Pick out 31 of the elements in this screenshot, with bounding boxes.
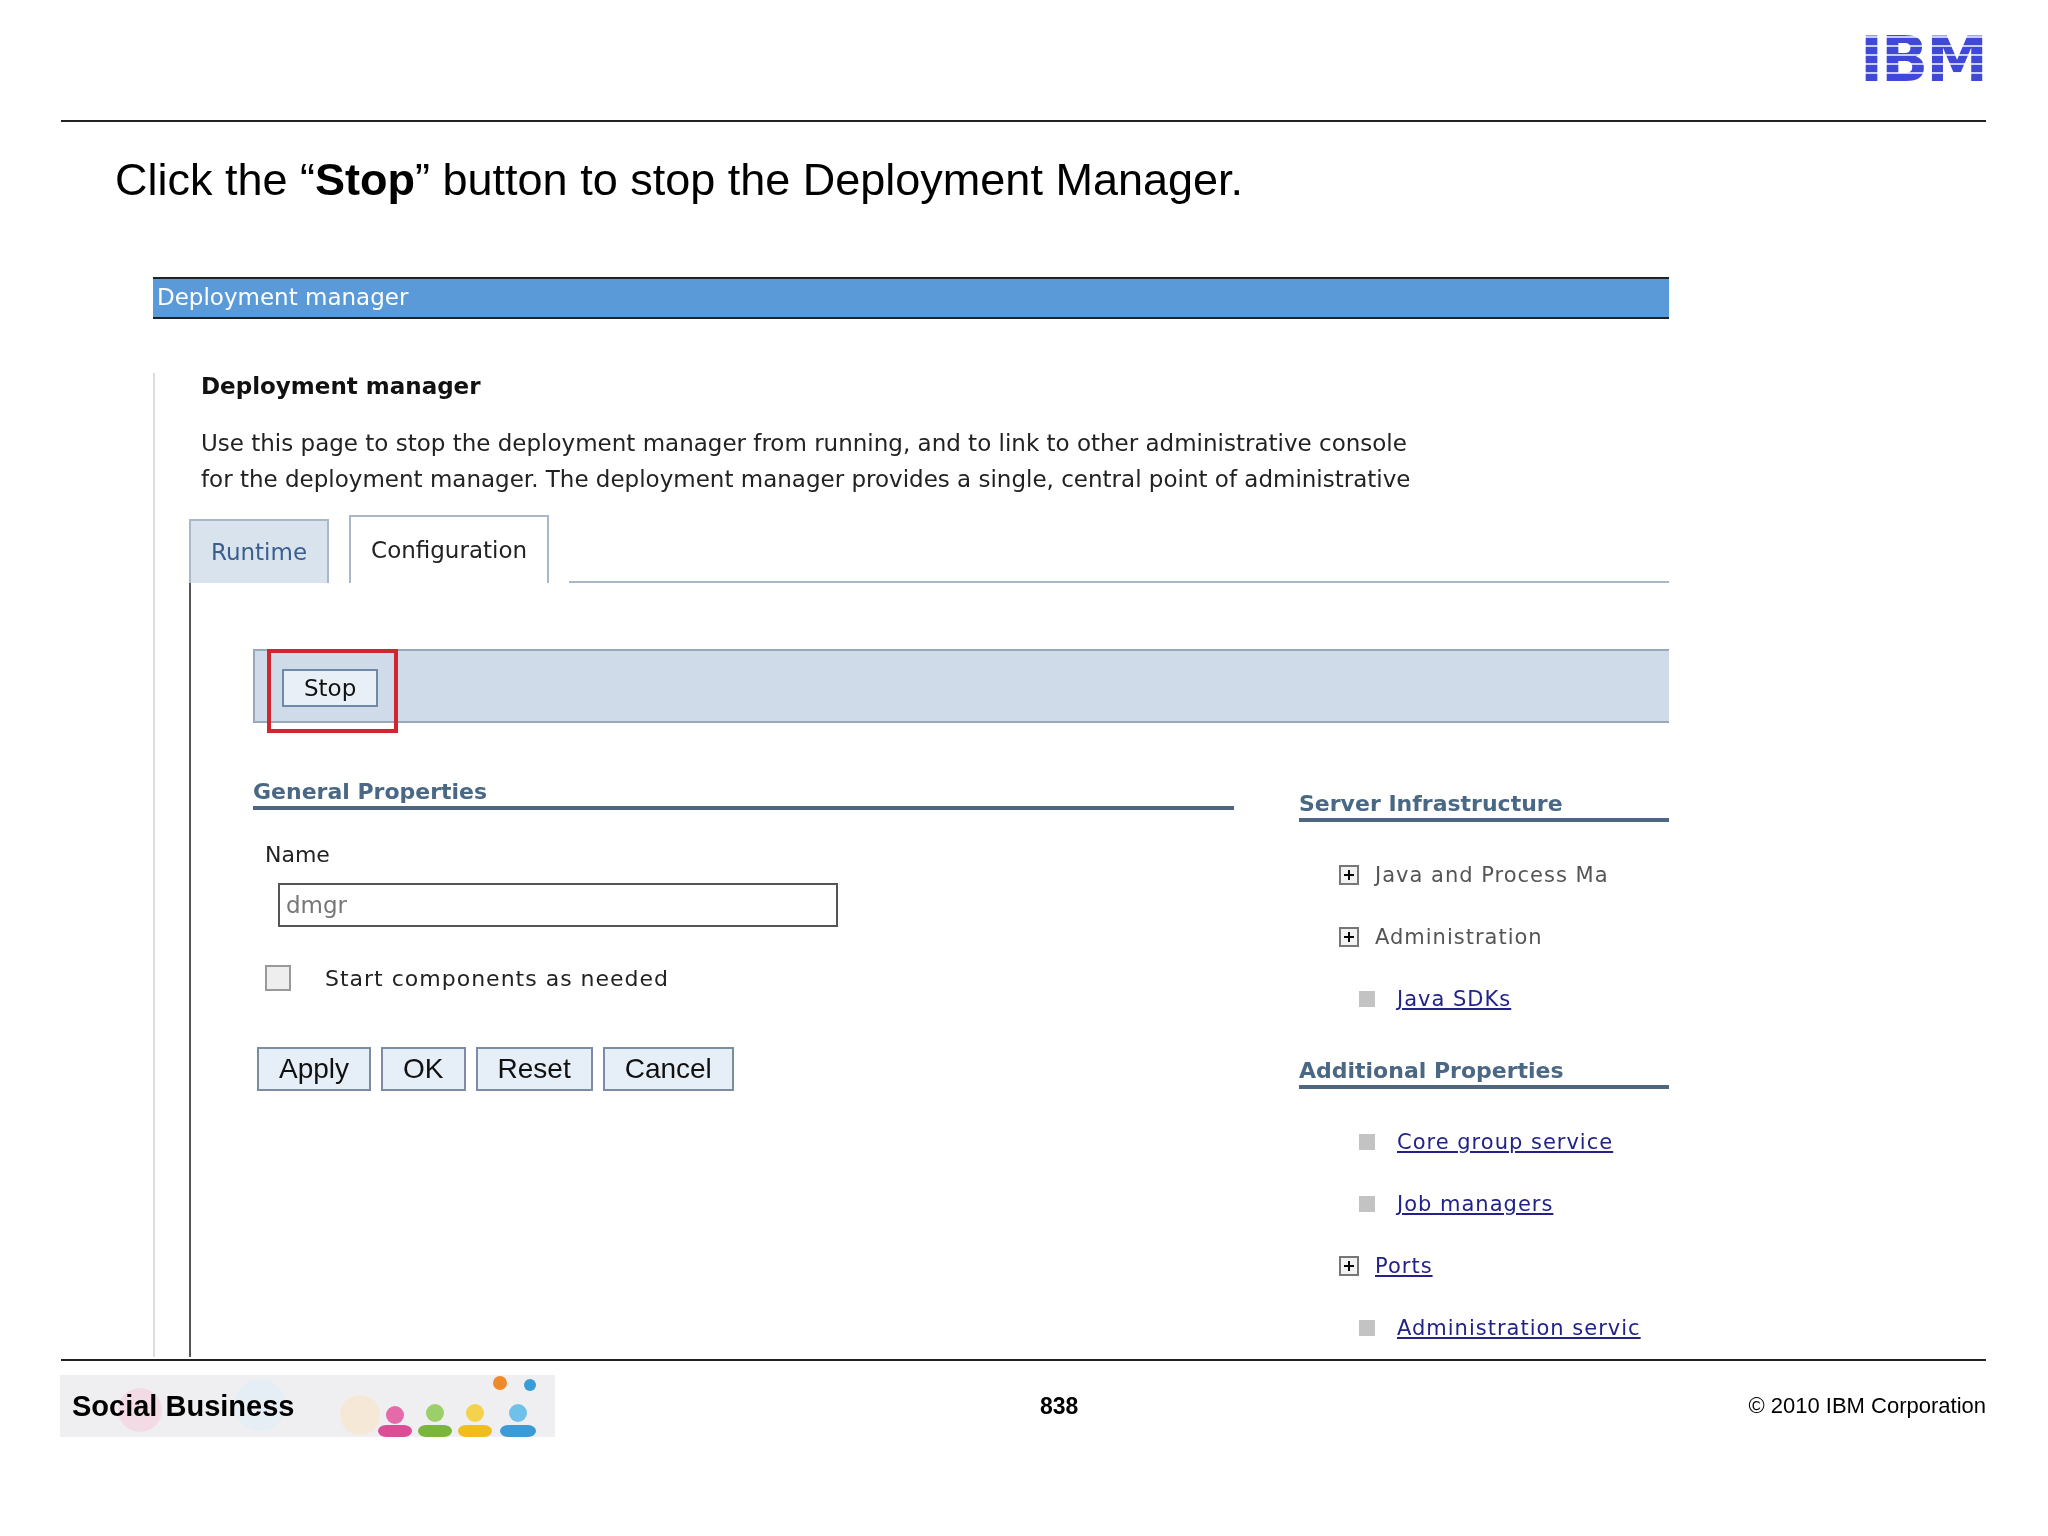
banner-title: Social Business — [72, 1389, 295, 1423]
tab[interactable]: Runtime — [189, 519, 330, 583]
page-description: Use this page to stop the deployment manager from running, and to link to other administrative console for the deployment manager. The deployment manager provides a single, central point of administrative — [201, 429, 1412, 494]
window-title: Deployment manager — [153, 277, 1669, 319]
link[interactable]: Core group service — [1397, 1130, 1614, 1154]
expand-icon[interactable] — [1339, 865, 1359, 885]
copyright: © 2010 IBM Corporation — [1748, 1393, 1986, 1419]
link[interactable]: Job managers — [1397, 1192, 1554, 1216]
stop-button[interactable]: Stop — [282, 669, 379, 707]
link[interactable]: Administration servic — [1397, 1316, 1641, 1340]
expand-icon[interactable] — [1339, 927, 1359, 947]
page-heading: Deployment manager — [201, 373, 482, 399]
page-number: 838 — [1040, 1392, 1079, 1420]
section-heading: General Properties — [253, 779, 1234, 810]
form-button[interactable]: Apply — [257, 1047, 372, 1091]
form-button[interactable]: Reset — [475, 1047, 593, 1091]
form-button[interactable]: OK — [381, 1047, 466, 1091]
checkbox-label: Start components as needed — [325, 965, 670, 991]
tree-item-label[interactable]: Administration — [1375, 925, 1543, 949]
link[interactable]: Ports — [1375, 1254, 1433, 1278]
link[interactable]: Java SDKs — [1397, 987, 1512, 1011]
field-label: Name — [265, 842, 331, 867]
checkbox[interactable] — [265, 965, 291, 991]
tab[interactable]: Configuration — [349, 515, 550, 583]
tree-item-label[interactable]: Java and Process Ma — [1375, 863, 1609, 887]
section-heading: Server Infrastructure — [1299, 791, 1669, 822]
section-heading: Additional Properties — [1299, 1058, 1669, 1089]
slide-title: Click the “Stop” button to stop the Deployment Manager. — [115, 154, 1245, 207]
form-button[interactable]: Cancel — [602, 1047, 734, 1091]
expand-icon[interactable] — [1339, 1256, 1359, 1276]
name-field[interactable]: dmgr — [278, 883, 838, 927]
